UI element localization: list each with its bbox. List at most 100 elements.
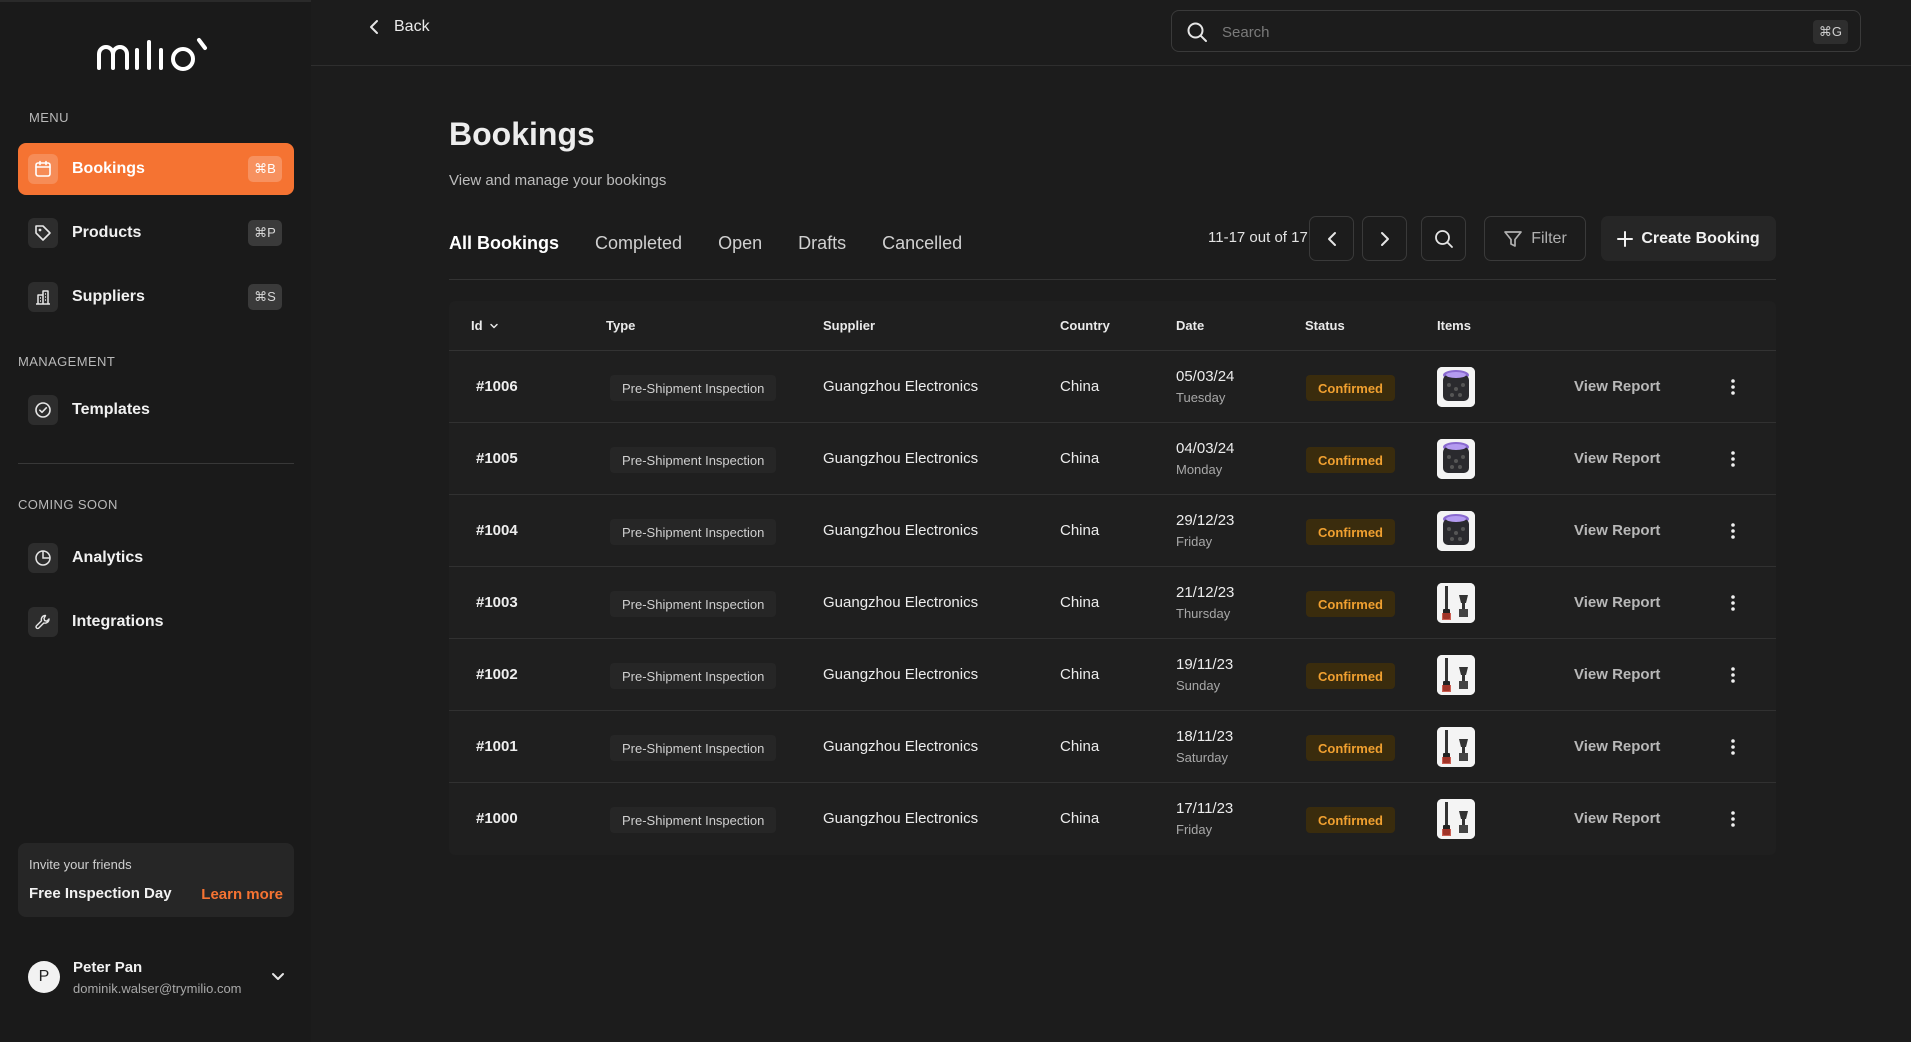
sort-chevron-down-icon xyxy=(489,323,498,328)
table-row[interactable]: #1003 Pre-Shipment Inspection Guangzhou … xyxy=(449,567,1776,639)
search-box[interactable]: ⌘G xyxy=(1171,10,1861,52)
tab-completed[interactable]: Completed xyxy=(595,233,682,266)
sidebar-item-label: Integrations xyxy=(72,613,164,630)
avatar: P xyxy=(28,961,60,993)
search-shortcut-badge: ⌘G xyxy=(1812,20,1848,44)
supplier-name: Guangzhou Electronics xyxy=(823,666,979,683)
tab-drafts[interactable]: Drafts xyxy=(798,233,846,266)
booking-date: 18/11/23 xyxy=(1176,728,1234,745)
learn-more-link[interactable]: Learn more xyxy=(201,886,283,903)
invite-caption: Invite your friends xyxy=(29,857,132,872)
previous-page-button[interactable] xyxy=(1309,216,1354,261)
more-options-icon[interactable] xyxy=(1725,733,1741,761)
column-header-country: Country xyxy=(1060,318,1110,333)
filter-label: Filter xyxy=(1531,229,1567,247)
filter-button[interactable]: Filter xyxy=(1484,216,1586,261)
country: China xyxy=(1060,594,1100,611)
column-header-type: Type xyxy=(606,318,636,333)
user-name: Peter Pan xyxy=(73,959,143,976)
shortcut-badge: ⌘P xyxy=(248,220,282,246)
type-badge: Pre-Shipment Inspection xyxy=(610,519,777,545)
booking-id: #1002 xyxy=(476,666,518,683)
column-header-date: Date xyxy=(1176,318,1205,333)
booking-date: 17/11/23 xyxy=(1176,800,1234,817)
supplier-name: Guangzhou Electronics xyxy=(823,594,979,611)
more-options-icon[interactable] xyxy=(1725,661,1741,689)
view-report-link[interactable]: View Report xyxy=(1574,450,1660,467)
sidebar-item-integrations[interactable]: Integrations xyxy=(18,596,294,648)
booking-weekday: Monday xyxy=(1176,462,1223,477)
table-row[interactable]: #1000 Pre-Shipment Inspection Guangzhou … xyxy=(449,783,1776,855)
item-thumbnail-blender[interactable] xyxy=(1437,799,1475,839)
column-header-status: Status xyxy=(1305,318,1345,333)
more-options-icon[interactable] xyxy=(1725,589,1741,617)
sidebar: MENU Bookings ⌘B Products ⌘P Suppliers ⌘… xyxy=(0,0,311,1042)
sidebar-item-label: Products xyxy=(72,224,142,241)
tab-all-bookings[interactable]: All Bookings xyxy=(449,233,559,266)
table-row[interactable]: #1001 Pre-Shipment Inspection Guangzhou … xyxy=(449,711,1776,783)
view-report-link[interactable]: View Report xyxy=(1574,810,1660,827)
sidebar-divider xyxy=(18,463,294,464)
item-thumbnail-speaker[interactable] xyxy=(1437,511,1475,551)
table-search-button[interactable] xyxy=(1421,216,1466,261)
sidebar-item-bookings[interactable]: Bookings ⌘B xyxy=(18,143,294,195)
create-booking-label: Create Booking xyxy=(1641,229,1760,247)
user-menu[interactable]: P Peter Pan dominik.walser@trymilio.com xyxy=(18,952,294,1004)
table-row[interactable]: #1004 Pre-Shipment Inspection Guangzhou … xyxy=(449,495,1776,567)
booking-id: #1005 xyxy=(476,450,518,467)
supplier-name: Guangzhou Electronics xyxy=(823,522,979,539)
sidebar-item-label: Suppliers xyxy=(72,288,145,305)
item-thumbnail-speaker[interactable] xyxy=(1437,367,1475,407)
supplier-name: Guangzhou Electronics xyxy=(823,450,979,467)
back-button[interactable]: Back xyxy=(368,18,430,36)
supplier-name: Guangzhou Electronics xyxy=(823,810,979,827)
search-input[interactable] xyxy=(1222,21,1782,43)
milio-logo[interactable] xyxy=(95,36,217,76)
item-thumbnail-speaker[interactable] xyxy=(1437,439,1475,479)
more-options-icon[interactable] xyxy=(1725,517,1741,545)
view-report-link[interactable]: View Report xyxy=(1574,522,1660,539)
view-report-link[interactable]: View Report xyxy=(1574,594,1660,611)
view-report-link[interactable]: View Report xyxy=(1574,738,1660,755)
type-badge: Pre-Shipment Inspection xyxy=(610,807,777,833)
status-badge: Confirmed xyxy=(1306,591,1395,617)
type-badge: Pre-Shipment Inspection xyxy=(610,375,777,401)
more-options-icon[interactable] xyxy=(1725,373,1741,401)
country: China xyxy=(1060,810,1100,827)
column-header-id[interactable]: Id xyxy=(471,318,499,333)
table-row[interactable]: #1002 Pre-Shipment Inspection Guangzhou … xyxy=(449,639,1776,711)
sidebar-item-products[interactable]: Products ⌘P xyxy=(18,207,294,259)
type-badge: Pre-Shipment Inspection xyxy=(610,735,777,761)
calendar-icon xyxy=(28,154,58,184)
sidebar-item-suppliers[interactable]: Suppliers ⌘S xyxy=(18,271,294,323)
booking-weekday: Sunday xyxy=(1176,678,1221,693)
wrench-icon xyxy=(28,607,58,637)
shortcut-badge: ⌘B xyxy=(248,156,282,182)
item-thumbnail-blender[interactable] xyxy=(1437,727,1475,767)
more-options-icon[interactable] xyxy=(1725,445,1741,473)
page-subtitle: View and manage your bookings xyxy=(449,172,667,189)
table-body: #1006 Pre-Shipment Inspection Guangzhou … xyxy=(449,351,1776,855)
table-row[interactable]: #1006 Pre-Shipment Inspection Guangzhou … xyxy=(449,351,1776,423)
item-thumbnail-blender[interactable] xyxy=(1437,655,1475,695)
view-report-link[interactable]: View Report xyxy=(1574,666,1660,683)
table-row[interactable]: #1005 Pre-Shipment Inspection Guangzhou … xyxy=(449,423,1776,495)
country: China xyxy=(1060,522,1100,539)
tab-cancelled[interactable]: Cancelled xyxy=(882,233,962,266)
next-page-button[interactable] xyxy=(1362,216,1407,261)
sidebar-item-analytics[interactable]: Analytics xyxy=(18,532,294,584)
booking-weekday: Tuesday xyxy=(1176,390,1226,405)
sidebar-item-templates[interactable]: Templates xyxy=(18,384,294,436)
booking-id: #1006 xyxy=(476,378,518,395)
chevron-down-icon[interactable] xyxy=(270,968,286,984)
supplier-name: Guangzhou Electronics xyxy=(823,378,979,395)
filter-icon xyxy=(1504,230,1523,247)
more-options-icon[interactable] xyxy=(1725,805,1741,833)
tab-open[interactable]: Open xyxy=(718,233,762,266)
item-thumbnail-blender[interactable] xyxy=(1437,583,1475,623)
create-booking-button[interactable]: Create Booking xyxy=(1601,216,1776,261)
bookings-table: Id Type Supplier Country Date Status Ite… xyxy=(449,301,1776,855)
management-section-label: MANAGEMENT xyxy=(18,354,116,369)
view-report-link[interactable]: View Report xyxy=(1574,378,1660,395)
country: China xyxy=(1060,738,1100,755)
